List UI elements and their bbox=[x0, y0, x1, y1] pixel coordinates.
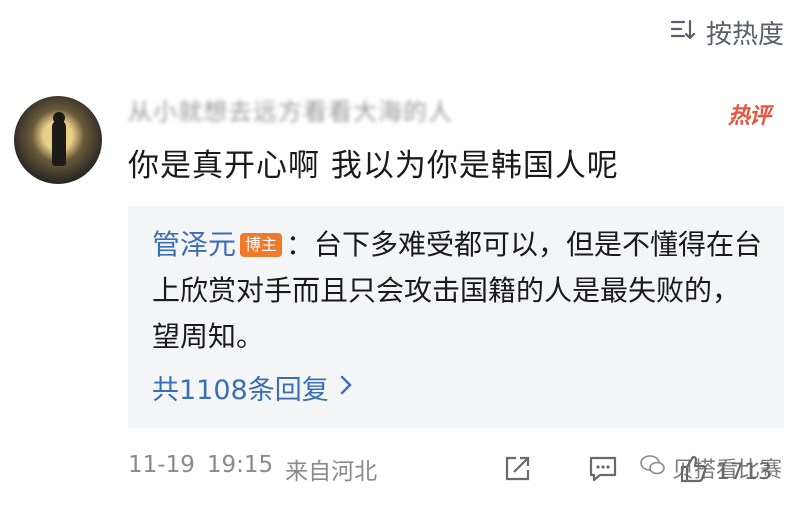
avatar-figure-body bbox=[52, 120, 66, 166]
comment-username[interactable]: 从小就想去远方看看大海的人 bbox=[128, 92, 453, 127]
comment-icon bbox=[586, 452, 620, 492]
comment-location: 来自河北 bbox=[285, 459, 378, 485]
chevron-right-icon bbox=[339, 372, 353, 403]
author-badge: 博主 bbox=[240, 233, 283, 257]
reply-button[interactable] bbox=[586, 452, 620, 492]
hot-comment-badge: 热评 bbox=[727, 104, 771, 129]
reply-separator: ： bbox=[286, 228, 315, 261]
reply-content: 管泽元 博主 ：台下多难受都可以，但是不懂得在台上欣赏对手而且只会攻击国籍的人是最失… bbox=[152, 222, 764, 360]
avatar[interactable] bbox=[14, 96, 102, 184]
sort-label: 按热度 bbox=[705, 20, 784, 50]
sort-icon bbox=[670, 15, 698, 50]
reply-preview[interactable]: 管泽元 博主 ：台下多难受都可以，但是不懂得在台上欣赏对手而且只会攻击国籍的人是最失… bbox=[128, 206, 784, 428]
comment-meta: 11-19 19:15 来自河北 bbox=[128, 452, 377, 486]
reply-author[interactable]: 管泽元 bbox=[152, 228, 236, 261]
watermark-text: 贝搭看比赛 bbox=[672, 458, 783, 483]
comment-date: 11-19 bbox=[128, 452, 195, 478]
share-icon bbox=[500, 452, 534, 492]
comment-time: 19:15 bbox=[206, 452, 274, 478]
sort-by-popularity-button[interactable]: 按热度 bbox=[670, 14, 784, 51]
share-button[interactable] bbox=[500, 452, 534, 492]
reply-count-label: 共1108条回复 bbox=[152, 375, 329, 406]
watermark: 贝搭看比赛 bbox=[640, 452, 782, 484]
wechat-icon bbox=[640, 454, 666, 482]
comment-text: 你是真开心啊 我以为你是韩国人呢 bbox=[128, 148, 619, 184]
view-all-replies-link[interactable]: 共1108条回复 bbox=[152, 368, 353, 407]
